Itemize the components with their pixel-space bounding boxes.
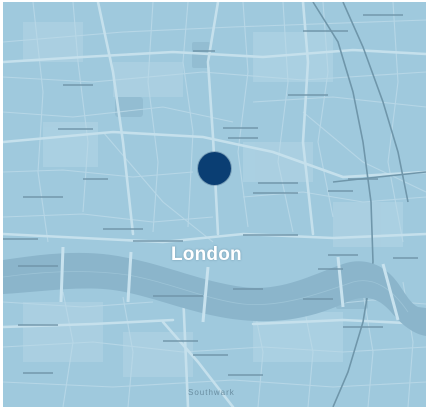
- city-label: London: [171, 244, 242, 265]
- area-label-southwark: Southwark: [188, 388, 235, 397]
- map-frame[interactable]: Southwark London: [3, 2, 426, 407]
- location-dot-icon[interactable]: [198, 152, 231, 185]
- map-canvas[interactable]: Southwark: [3, 2, 426, 407]
